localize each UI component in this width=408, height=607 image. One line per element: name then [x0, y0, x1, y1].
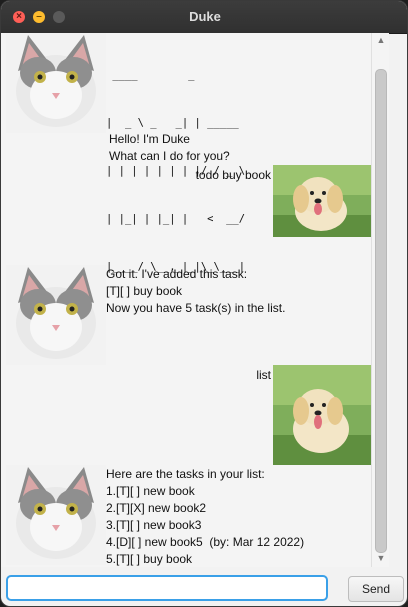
logo-line: ____ _ [106, 69, 246, 81]
logo-line: | _ \ _ _| | _____ [106, 117, 246, 129]
duke-avatar [6, 465, 106, 565]
cat-image [6, 265, 106, 365]
title-bar: × – Duke [1, 1, 407, 34]
user-message-text: list [256, 368, 271, 382]
duke-avatar [6, 33, 106, 133]
cat-image [6, 33, 106, 133]
duke-message-text: Hello! I'm Duke What can I do for you? [109, 132, 230, 163]
window-title: Duke [189, 9, 221, 24]
user-avatar [273, 165, 371, 265]
logo-line: | |_| | |_| | < __/ [106, 213, 246, 225]
duke-message-text: Here are the tasks in your list: 1.[T][ … [106, 467, 305, 566]
dog-image [273, 365, 371, 465]
duke-avatar [6, 265, 106, 365]
message-input[interactable] [6, 575, 328, 601]
user-message-text: todo buy book [195, 168, 271, 182]
scroll-thumb[interactable] [375, 69, 387, 553]
dog-image [273, 165, 371, 237]
chat-area[interactable]: ____ _ | _ \ _ _| | _____ | | | | | | | … [1, 33, 371, 567]
cat-image [6, 465, 106, 565]
user-avatar [273, 365, 371, 465]
send-button[interactable]: Send [348, 576, 404, 602]
duke-message-text: Got it. I've added this task: [T][ ] buy… [106, 267, 286, 315]
app-window: × – Duke ____ _ | _ \ _ _| | _____ | | |… [0, 0, 408, 607]
vertical-scrollbar[interactable]: ▲ ▼ [371, 33, 389, 567]
scroll-down-icon[interactable]: ▼ [376, 553, 386, 563]
scroll-up-icon[interactable]: ▲ [376, 35, 386, 45]
